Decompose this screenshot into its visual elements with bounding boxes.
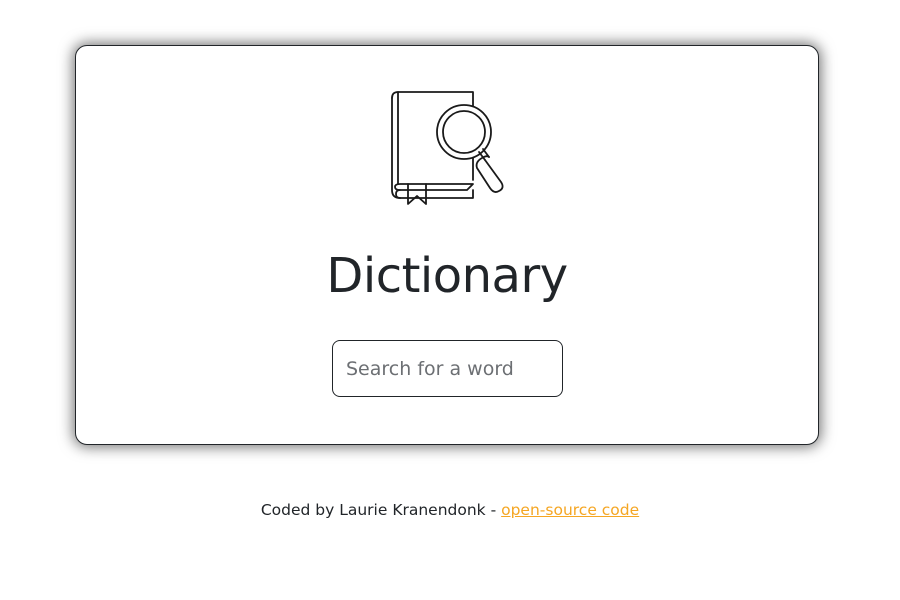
credit-text: Coded by Laurie Kranendonk - — [260, 501, 502, 519]
book-magnifier-icon — [391, 91, 504, 205]
page-title: Dictionary — [326, 248, 568, 304]
source-code-link[interactable]: open-source code — [501, 501, 639, 519]
page: Dictionary Coded by Laurie Kranendonk - … — [0, 0, 900, 600]
dictionary-card: Dictionary — [75, 45, 819, 445]
search-input[interactable] — [332, 340, 563, 397]
footer: Coded by Laurie Kranendonk - open-source… — [0, 499, 900, 521]
